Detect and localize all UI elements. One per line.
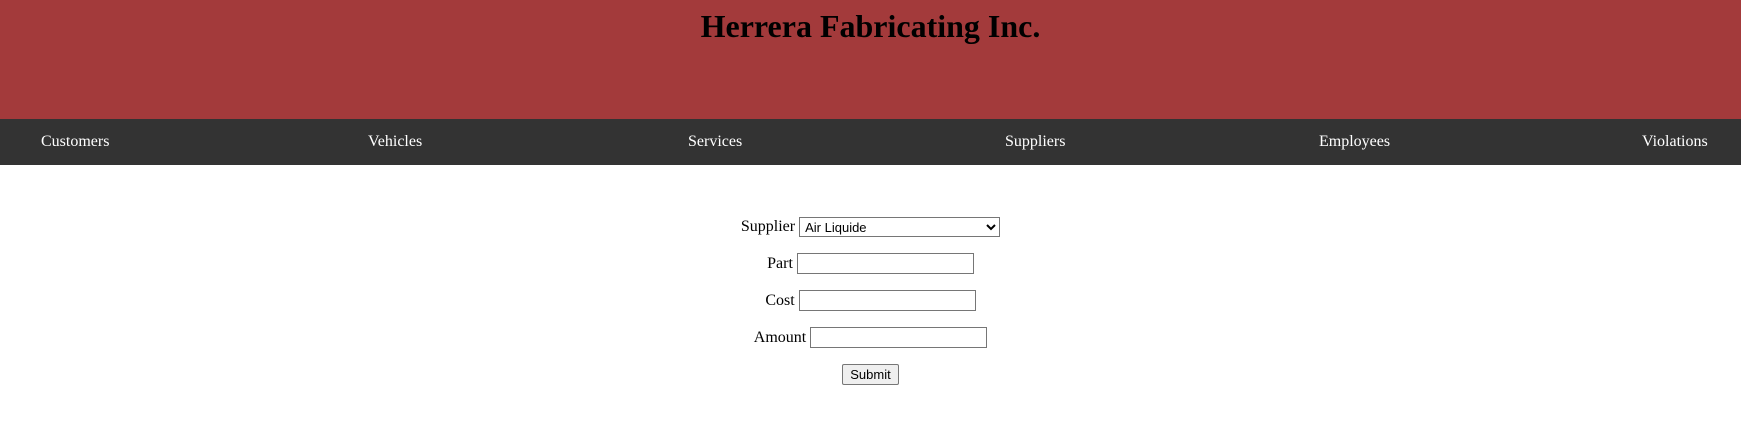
supplier-part-form: Supplier Air Liquide Part Cost Amount Su…	[0, 165, 1741, 424]
nav-link-employees[interactable]: Employees	[1319, 119, 1390, 165]
nav-link-services[interactable]: Services	[688, 119, 742, 165]
part-input[interactable]	[796, 253, 974, 274]
amount-row: Amount	[0, 327, 1741, 348]
submit-button[interactable]: Submit	[842, 364, 899, 385]
supplier-row: Supplier Air Liquide	[0, 217, 1741, 237]
cost-row: Cost	[0, 290, 1741, 311]
part-label: Part	[767, 254, 793, 272]
amount-label: Amount	[753, 328, 807, 346]
cost-label: Cost	[765, 291, 795, 309]
supplier-label: Supplier	[740, 218, 796, 235]
nav-link-suppliers[interactable]: Suppliers	[1005, 119, 1065, 165]
page-title: Herrera Fabricating Inc.	[700, 8, 1041, 44]
supplier-select[interactable]: Air Liquide	[799, 217, 1001, 237]
nav-link-vehicles[interactable]: Vehicles	[368, 119, 422, 165]
cost-input[interactable]	[798, 290, 976, 311]
amount-input[interactable]	[810, 327, 988, 348]
submit-row: Submit	[0, 364, 1741, 385]
nav-link-violations[interactable]: Violations	[1642, 119, 1708, 165]
main-nav: Customers Vehicles Services Suppliers Em…	[0, 119, 1741, 165]
nav-link-customers[interactable]: Customers	[41, 119, 109, 165]
page-header: Herrera Fabricating Inc.	[0, 0, 1741, 119]
part-row: Part	[0, 253, 1741, 274]
